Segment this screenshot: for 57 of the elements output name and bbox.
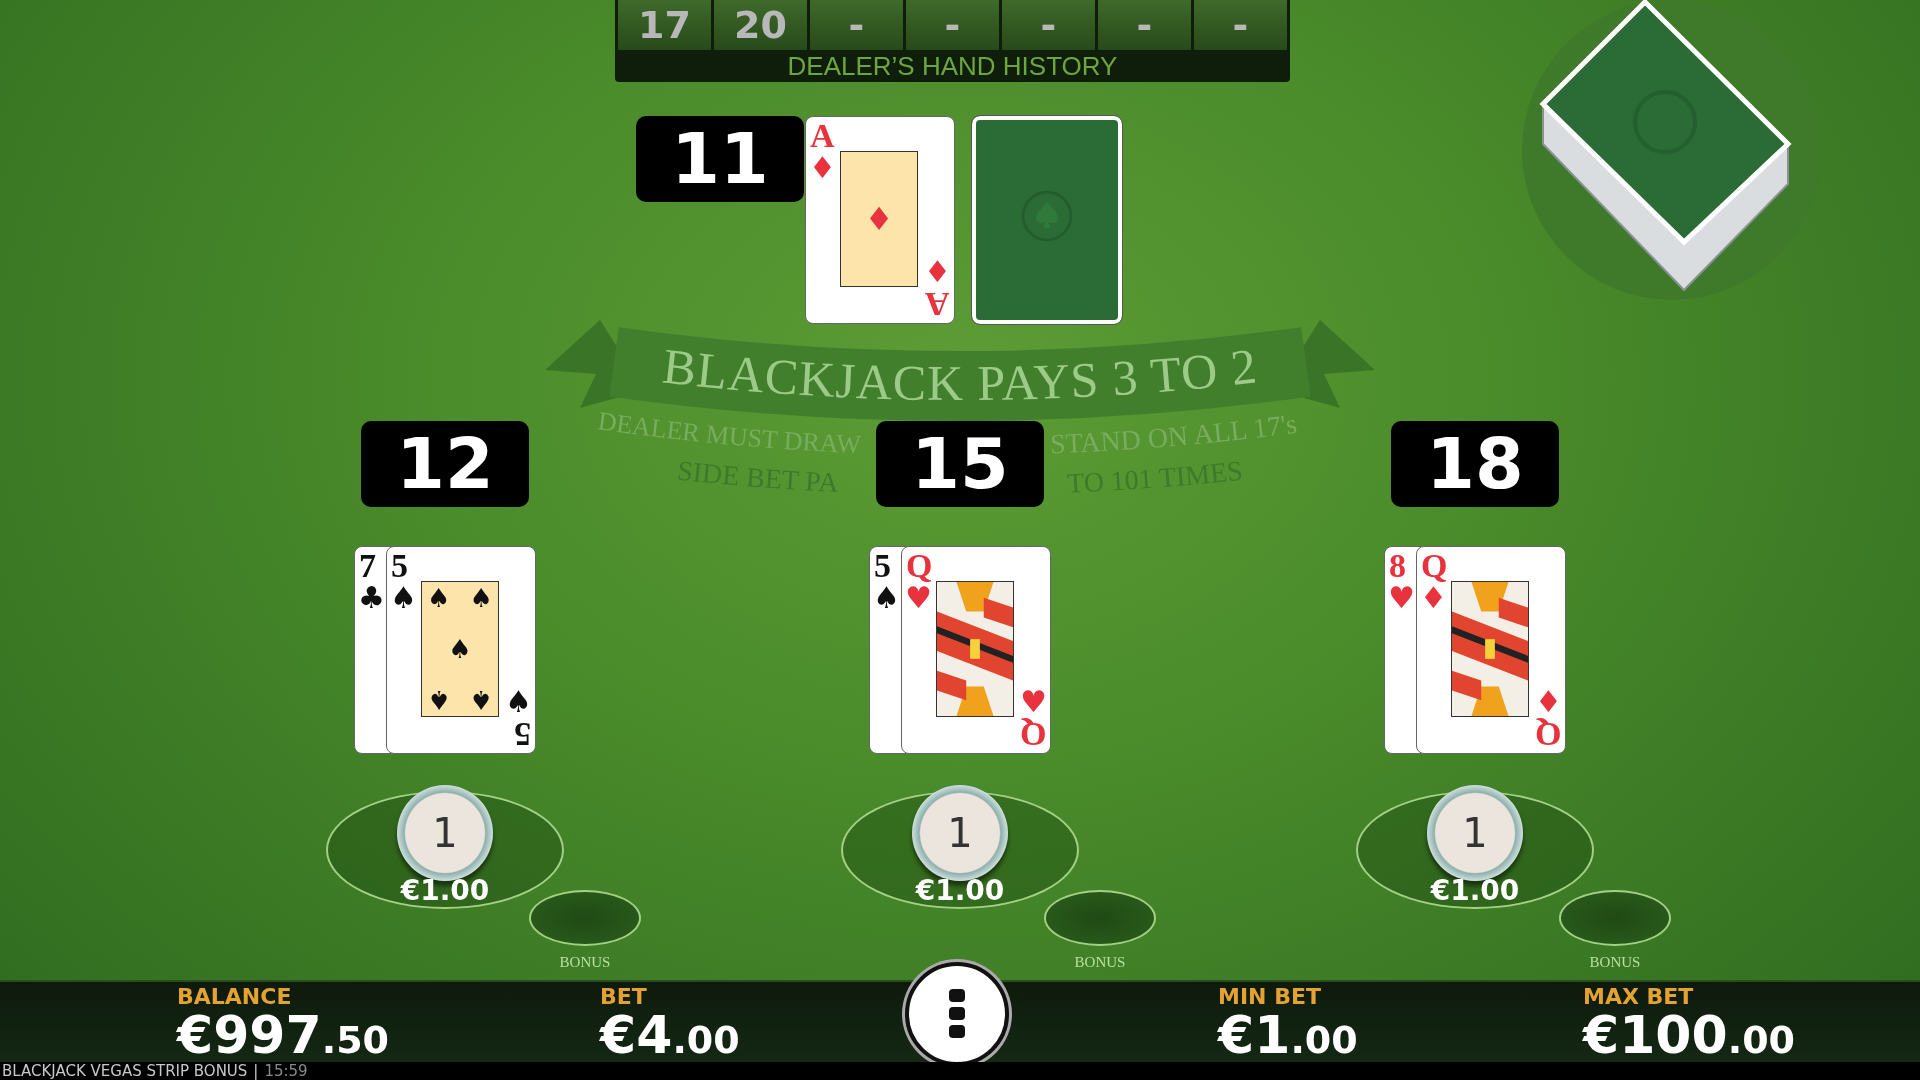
clock-time: 15:59: [264, 1063, 308, 1079]
suit-symbol: ♦: [924, 257, 951, 287]
suit-symbol: ♥: [1388, 583, 1415, 613]
stat-label: MAX BET: [1583, 986, 1695, 1008]
suit-pip: ♠: [427, 585, 451, 612]
suit-pip: ♠: [469, 585, 493, 612]
card-rank: 5: [391, 549, 408, 583]
bonus-label: BONUS: [559, 954, 611, 970]
menu-icon: [949, 989, 965, 1039]
suit-pip: ♠: [427, 686, 451, 713]
suit-symbol: ♠: [873, 583, 900, 613]
history-label: DEALER’S HAND HISTORY: [787, 50, 1118, 82]
stat-value: €100.00: [1583, 1008, 1797, 1063]
history-score: -: [1002, 0, 1095, 50]
suit-pip: ♦: [864, 203, 894, 235]
card-rank: 8: [1389, 549, 1406, 583]
bonus-label: BONUS: [1589, 954, 1641, 970]
card-rank: 5: [874, 549, 891, 583]
suit-symbol: ♠: [390, 583, 417, 613]
card-rank: 7: [359, 549, 376, 583]
suit-symbol: ♣: [358, 583, 385, 613]
suit-pip: ♠: [469, 686, 493, 713]
hand-score: 18: [1391, 421, 1559, 507]
suit-symbol: ♥: [1020, 687, 1047, 717]
history-score: -: [810, 0, 903, 50]
card-rank: Q: [906, 549, 933, 583]
history-score: 20: [714, 0, 807, 50]
card-rank: Q: [1019, 717, 1046, 751]
suit-symbol: ♦: [1535, 687, 1562, 717]
history-score: -: [1194, 0, 1287, 50]
card-rank: Q: [1421, 549, 1448, 583]
card-rank: 5: [514, 717, 531, 751]
card-rank: A: [810, 119, 835, 153]
hand-score: 15: [876, 421, 1044, 507]
hand-score: 12: [361, 421, 529, 507]
game-title: BLACKJACK VEGAS STRIP BONUS: [2, 1063, 248, 1079]
stat-value: €4.00: [600, 1008, 741, 1063]
dealer-score: 11: [636, 116, 804, 202]
title-banner: BLACKJACK PAYS 3 TO 2: [545, 320, 1375, 421]
bonus-label: BONUS: [1074, 954, 1126, 970]
suit-symbol: ♦: [1420, 583, 1447, 613]
suit-symbol: ♦: [809, 153, 836, 183]
spade-emblem-icon: [1021, 190, 1073, 242]
stat-label: BALANCE: [177, 986, 293, 1008]
stat-value: €1.00: [1218, 1008, 1359, 1063]
card-rank: Q: [1534, 717, 1561, 751]
suit-symbol: ♠: [505, 687, 532, 717]
history-score: 17: [618, 0, 711, 50]
stat-label: MIN BET: [1218, 986, 1322, 1008]
suit-symbol: ♥: [905, 583, 932, 613]
card-rank: A: [925, 287, 950, 321]
history-score: -: [906, 0, 999, 50]
history-score: -: [1098, 0, 1191, 50]
separator-text: |: [253, 1063, 259, 1079]
stat-label: BET: [600, 986, 648, 1008]
suit-pip: ♠: [448, 636, 472, 662]
stat-value: €997.50: [177, 1008, 391, 1063]
